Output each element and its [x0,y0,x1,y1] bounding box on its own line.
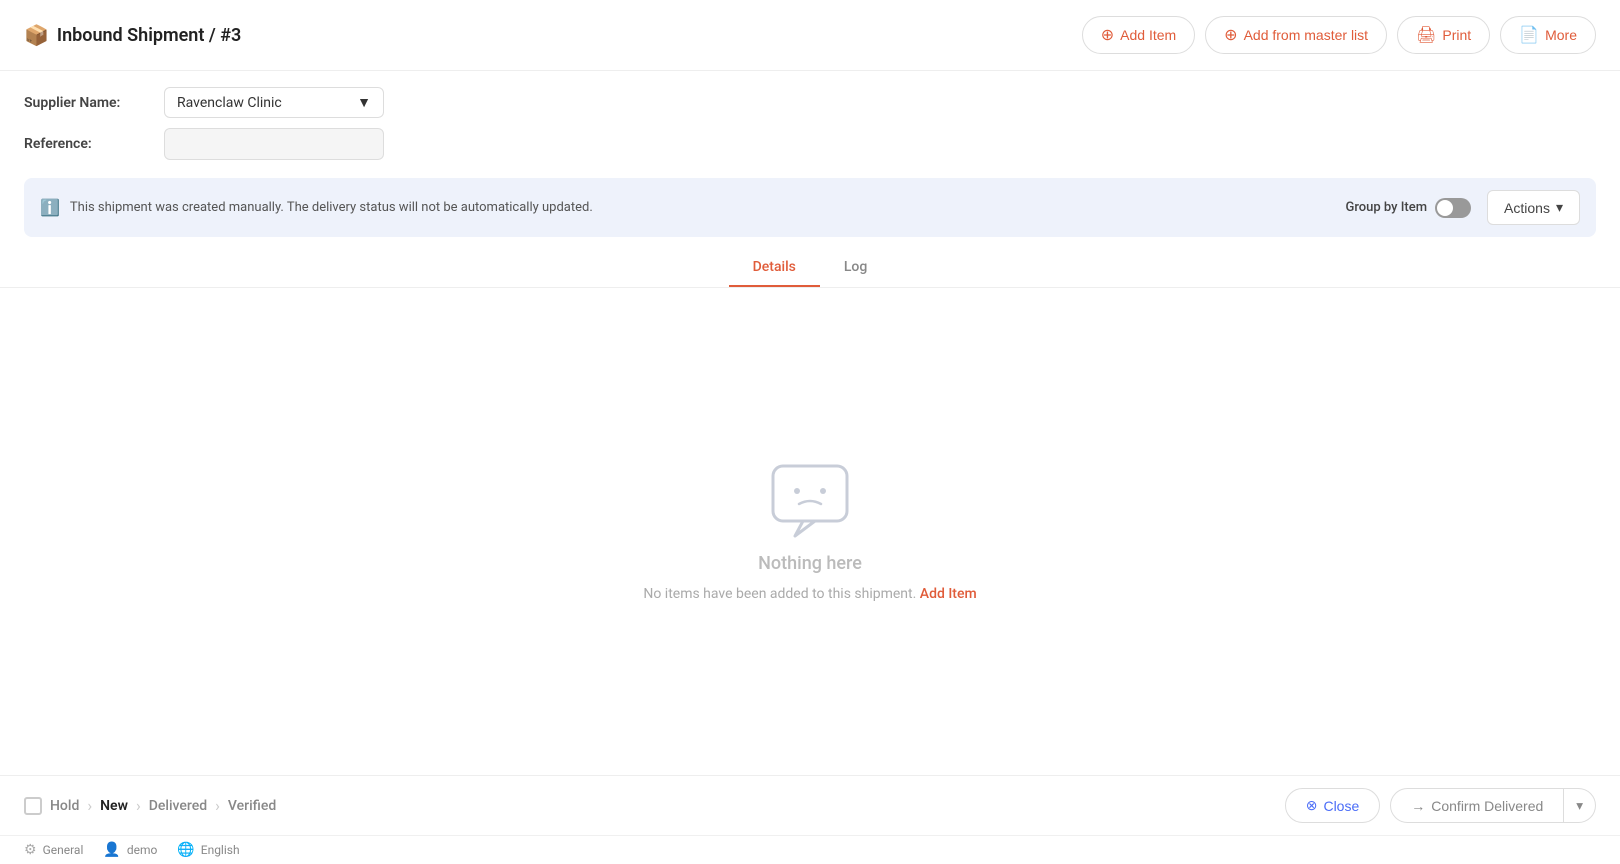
bottom-actions: ⊗ Close → Confirm Delivered ▾ [1285,788,1596,823]
chevron-down-icon: ▾ [1576,798,1583,814]
footer-language-label: English [201,843,240,857]
arrow-1: › [87,796,92,815]
footer-user-label: demo [127,843,158,857]
arrow-3: › [215,796,220,815]
shipment-icon: 📦 [24,23,49,47]
empty-add-item-link[interactable]: Add Item [920,586,977,602]
chevron-down-icon: ▼ [357,94,371,111]
chevron-down-icon: ▾ [1556,199,1563,216]
supplier-select[interactable]: Ravenclaw Clinic ▼ [164,87,384,118]
arrow-2: › [136,796,141,815]
step-verified[interactable]: Verified [228,798,276,814]
print-icon: 🖨 [1416,25,1436,45]
group-by-label: Group by Item [1345,200,1427,215]
empty-subtitle: No items have been added to this shipmen… [643,586,976,602]
form-section: Supplier Name: Ravenclaw Clinic ▼ Refere… [0,71,1620,178]
actions-button[interactable]: Actions ▾ [1487,190,1580,225]
print-button[interactable]: 🖨 Print [1397,16,1490,54]
step-new[interactable]: New [100,798,128,814]
footer-language: 🌐 English [177,842,239,858]
empty-icon-wrapper [765,461,855,541]
supplier-label: Supplier Name: [24,95,164,111]
footer-user: 👤 demo [103,842,157,858]
empty-title: Nothing here [758,553,862,574]
group-by-toggle[interactable] [1435,198,1471,218]
status-steps: Hold › New › Delivered › Verified [24,796,276,815]
page-title: Inbound Shipment / #3 [57,25,241,46]
close-circle-icon: ⊗ [1306,797,1318,814]
reference-label: Reference: [24,136,164,152]
info-banner-right: Group by Item Actions ▾ [1345,190,1580,225]
arrow-right-icon: → [1411,798,1425,814]
tab-log[interactable]: Log [820,249,891,287]
tab-details[interactable]: Details [729,249,820,287]
more-button[interactable]: 📄 More [1500,16,1596,54]
tabs: Details Log [0,249,1620,288]
confirm-dropdown-button[interactable]: ▾ [1564,788,1596,823]
step-delivered[interactable]: Delivered [149,798,207,814]
language-icon: 🌐 [177,842,194,858]
settings-icon: ⚙ [24,842,37,858]
reference-row: Reference: [24,128,1596,160]
user-icon: 👤 [103,842,120,858]
plus-circle-icon: ⊕ [1101,25,1114,45]
document-icon: 📄 [1519,25,1539,45]
supplier-row: Supplier Name: Ravenclaw Clinic ▼ [24,87,1596,118]
empty-state: Nothing here No items have been added to… [643,461,976,602]
hold-checkbox[interactable] [24,797,42,815]
bottom-bar: Hold › New › Delivered › Verified ⊗ Clos… [0,775,1620,835]
info-banner-left: ℹ️ This shipment was created manually. T… [40,198,593,217]
info-text: This shipment was created manually. The … [70,200,593,215]
plus-list-icon: ⊕ [1224,25,1237,45]
confirm-delivered-group: → Confirm Delivered ▾ [1390,788,1596,823]
main-content: Nothing here No items have been added to… [0,288,1620,775]
empty-state-icon [765,461,855,541]
close-button[interactable]: ⊗ Close [1285,788,1381,823]
add-from-master-button[interactable]: ⊕ Add from master list [1205,16,1387,54]
step-hold[interactable]: Hold [50,798,79,814]
info-banner: ℹ️ This shipment was created manually. T… [24,178,1596,237]
footer-info: ⚙ General 👤 demo 🌐 English [0,835,1620,864]
header-actions: ⊕ Add Item ⊕ Add from master list 🖨 Prin… [1082,16,1596,54]
reference-input[interactable] [164,128,384,160]
header: 📦 Inbound Shipment / #3 ⊕ Add Item ⊕ Add… [0,0,1620,71]
group-by-toggle-area: Group by Item [1345,198,1471,218]
footer-general: ⚙ General [24,842,83,858]
info-icon: ℹ️ [40,198,60,217]
footer-general-label: General [43,843,84,857]
add-item-button[interactable]: ⊕ Add Item [1082,16,1195,54]
header-left: 📦 Inbound Shipment / #3 [24,23,241,47]
confirm-delivered-button[interactable]: → Confirm Delivered [1390,788,1564,823]
